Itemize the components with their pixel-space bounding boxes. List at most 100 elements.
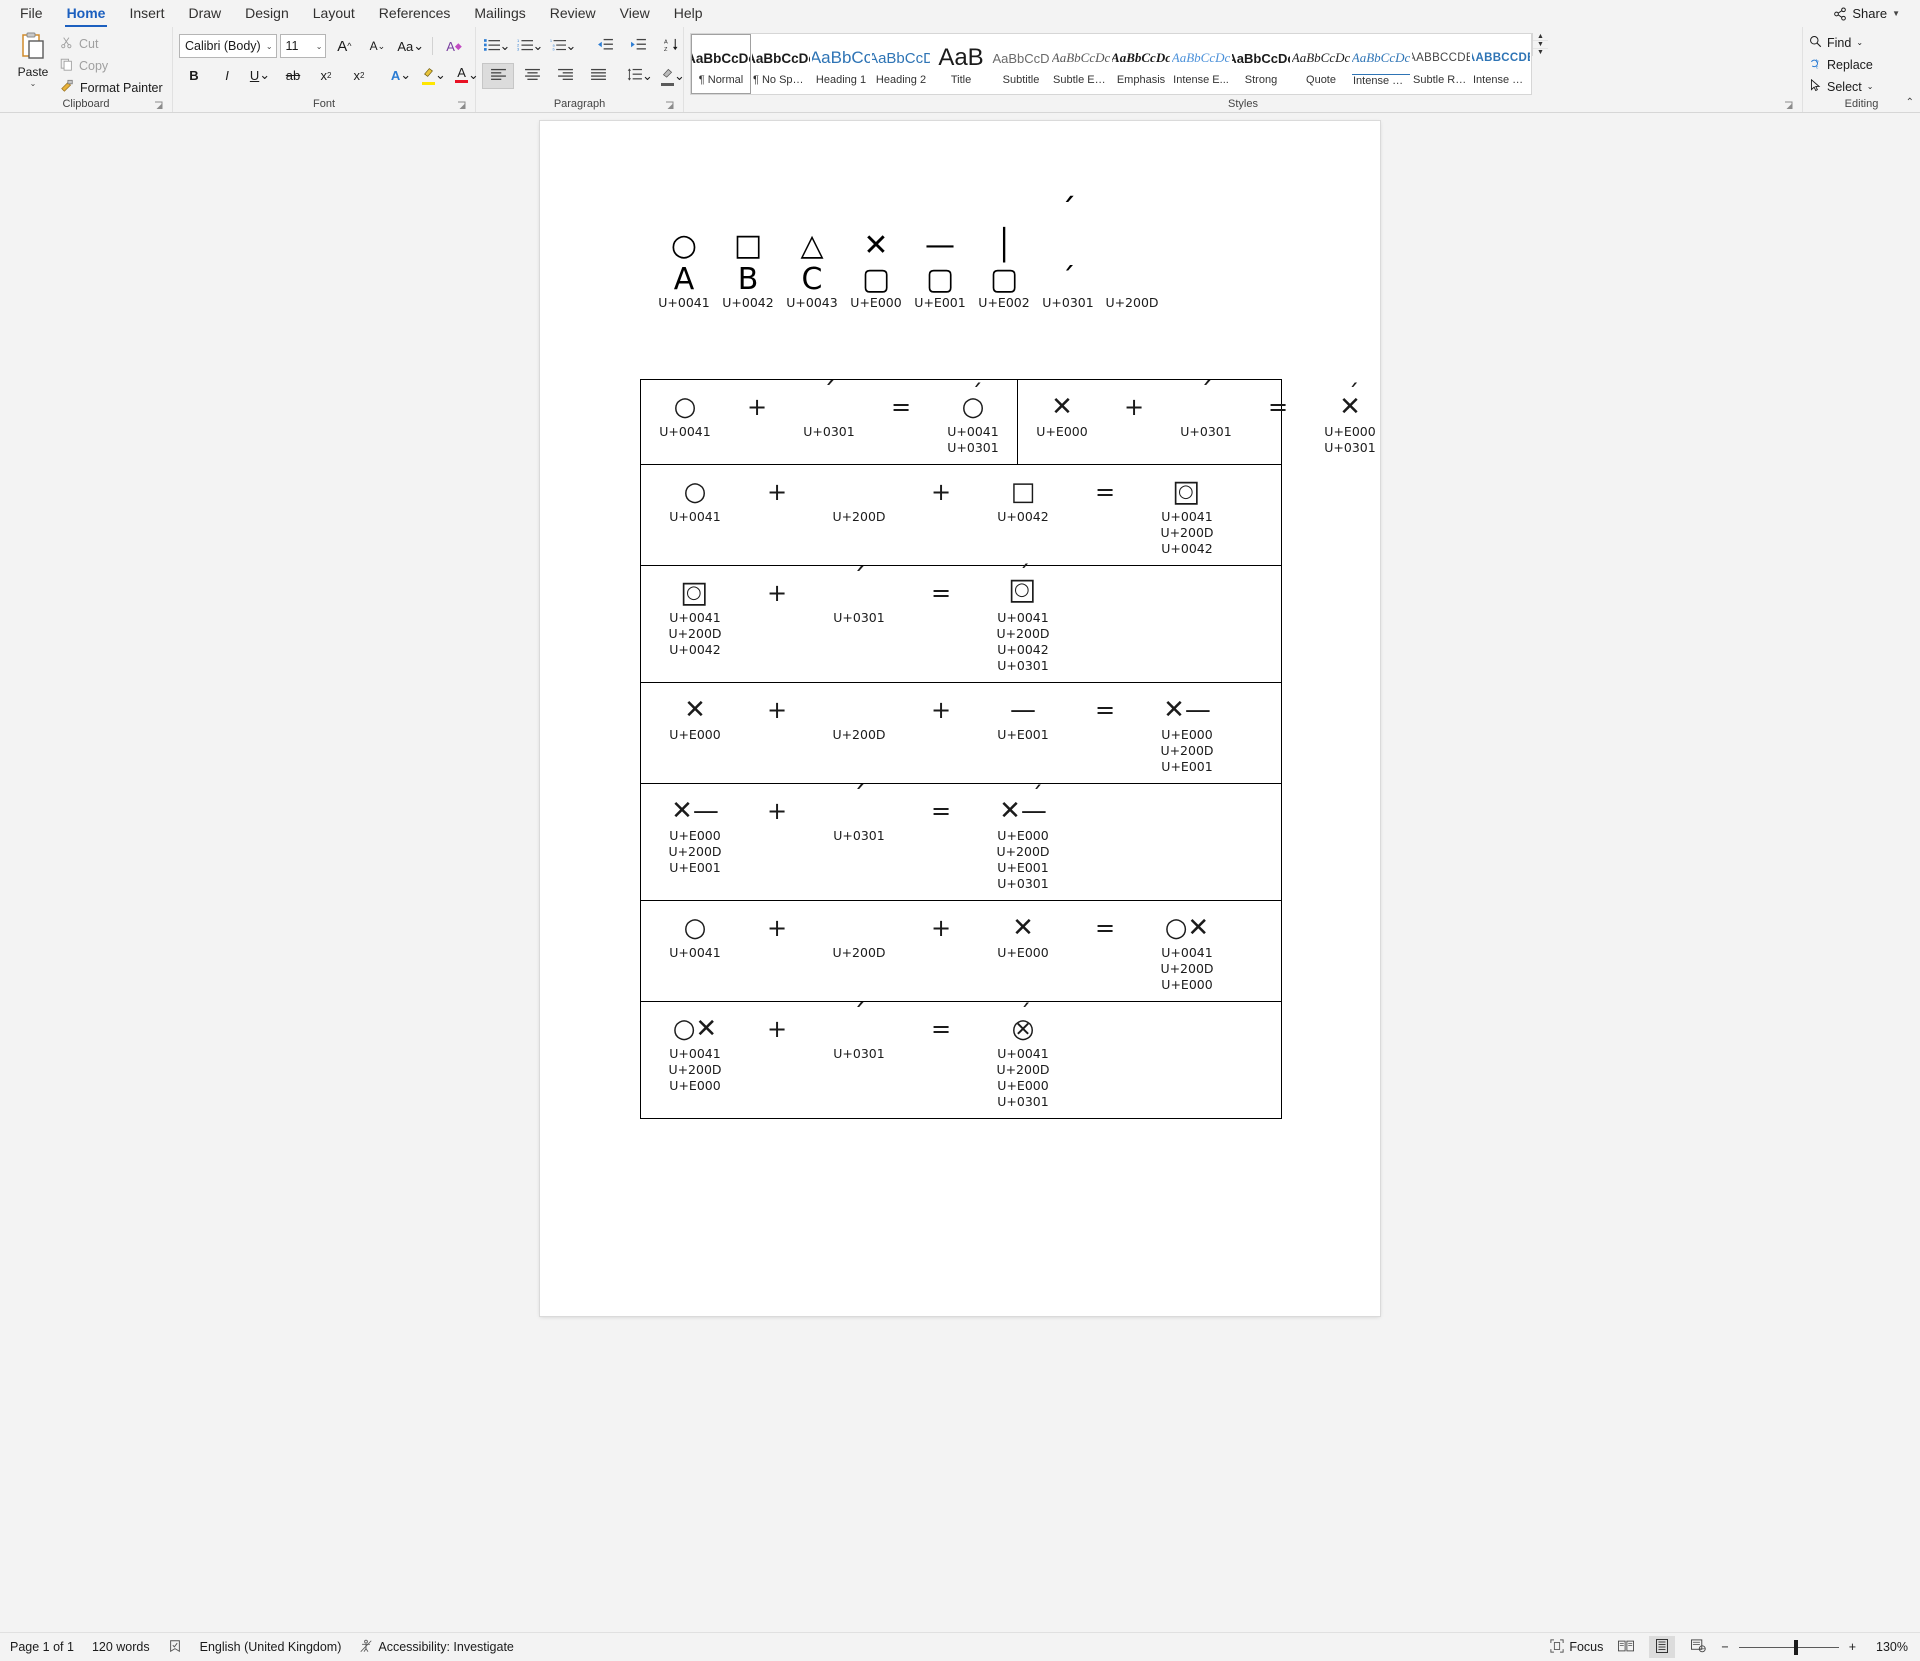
bullets-button[interactable]: ⌄ xyxy=(482,34,512,58)
equals-operator: = xyxy=(1077,911,1133,945)
style-item-intense-e[interactable]: AaBbCcDcIntense E... xyxy=(1171,34,1231,94)
read-mode-button[interactable] xyxy=(1613,1636,1639,1658)
select-button[interactable]: Select ⌄ xyxy=(1809,77,1873,96)
page-indicator[interactable]: Page 1 of 1 xyxy=(10,1640,74,1654)
word-count[interactable]: 120 words xyxy=(92,1640,150,1654)
style-item--normal[interactable]: AaBbCcDc¶ Normal xyxy=(691,34,751,94)
ribbon-collapse-icon[interactable]: ⌃ xyxy=(1906,97,1914,108)
ribbon-tab-design[interactable]: Design xyxy=(233,1,301,27)
accessibility-status[interactable]: Accessibility: Investigate xyxy=(359,1639,513,1656)
paste-button[interactable]: Paste ⌄ xyxy=(6,30,60,88)
replace-button[interactable]: b c Replace xyxy=(1809,55,1873,74)
chevron-down-icon[interactable]: ⌄ xyxy=(1867,82,1874,91)
superscript-button[interactable]: x2 xyxy=(344,63,374,87)
style-item-subtle-em[interactable]: AaBbCcDcSubtle Em... xyxy=(1051,34,1111,94)
plus-operator: + xyxy=(749,693,805,727)
zoom-slider[interactable] xyxy=(1739,1647,1839,1648)
cut-button[interactable]: Cut xyxy=(60,34,163,53)
ribbon-tab-layout[interactable]: Layout xyxy=(301,1,367,27)
document-page[interactable]: ○□△✕—│´ ABC▢▢▢´ U+0041U+0042U+0043U+E000… xyxy=(540,121,1380,1316)
ribbon-tab-file[interactable]: File xyxy=(8,1,55,27)
style-item-subtitle[interactable]: AaBbCcDSubtitle xyxy=(991,34,1051,94)
paragraph-dialog-launcher-icon[interactable] xyxy=(665,101,675,111)
document-area[interactable]: ○□△✕—│´ ABC▢▢▢´ U+0041U+0042U+0043U+E000… xyxy=(0,113,1920,1632)
equation-glyph: ○´ xyxy=(962,390,985,424)
style-scroll-up-icon[interactable]: ▲ xyxy=(1533,33,1548,41)
style-item--no-spac[interactable]: AaBbCcDc¶ No Spac... xyxy=(751,34,811,94)
multilevel-list-button[interactable]: 1 a b ⌄ xyxy=(548,34,578,58)
copy-button[interactable]: Copy xyxy=(60,56,163,75)
zoom-out-button[interactable]: − xyxy=(1721,1640,1728,1654)
ribbon-tab-mailings[interactable]: Mailings xyxy=(462,1,537,27)
styles-dialog-launcher-icon[interactable] xyxy=(1784,101,1794,111)
focus-button[interactable]: Focus xyxy=(1550,1639,1603,1656)
zoom-slider-thumb[interactable] xyxy=(1794,1640,1798,1655)
style-item-title[interactable]: AaBTitle xyxy=(931,34,991,94)
italic-button[interactable]: I xyxy=(212,63,242,87)
style-item-intense-q[interactable]: AaBbCcDcIntense Q... xyxy=(1351,34,1411,94)
clipboard-dialog-launcher-icon[interactable] xyxy=(154,101,164,111)
zoom-in-button[interactable]: + xyxy=(1849,1640,1856,1654)
align-left-button[interactable] xyxy=(482,63,514,89)
font-size-combo[interactable]: 11 ⌄ xyxy=(280,34,327,58)
style-gallery-scroll[interactable]: ▲ ▼ ▼ xyxy=(1532,33,1548,56)
style-item-heading-1[interactable]: AaBbCсHeading 1 xyxy=(811,34,871,94)
font-name-combo[interactable]: Calibri (Body) ⌄ xyxy=(179,34,277,58)
align-center-button[interactable] xyxy=(517,64,547,88)
subscript-button[interactable]: x2 xyxy=(311,63,341,87)
line-spacing-button[interactable]: ⌄ xyxy=(625,64,655,88)
ribbon-tab-view[interactable]: View xyxy=(608,1,662,27)
style-scroll-down-icon[interactable]: ▼ xyxy=(1533,41,1548,49)
table-cell[interactable]: ○U+0041+´U+0301=○´U+0041U+0301 xyxy=(641,380,1018,464)
underline-button[interactable]: U ⌄ xyxy=(245,63,275,87)
text-highlight-color-button[interactable]: ⌄ xyxy=(419,63,449,87)
format-painter-button[interactable]: Format Painter xyxy=(60,78,163,97)
style-item-emphasis[interactable]: AaBbCcDcEmphasis xyxy=(1111,34,1171,94)
style-item-quote[interactable]: AaBbCcDcQuote xyxy=(1291,34,1351,94)
proofing-status[interactable] xyxy=(168,1639,182,1656)
zoom-level[interactable]: 130% xyxy=(1866,1640,1908,1654)
table-cell[interactable]: ○✕U+0041U+200DU+E000+´U+0301=○✕´U+0041U+… xyxy=(641,1002,1153,1118)
style-item-subtle-ref[interactable]: AABBCCDESubtle Ref... xyxy=(1411,34,1471,94)
text-effects-button[interactable]: A ⌄ xyxy=(386,63,416,87)
table-cell[interactable]: ✕U+E000+´U+0301=✕´U+E000U+0301 xyxy=(1018,380,1394,464)
chevron-down-icon[interactable]: ⌄ xyxy=(30,80,37,88)
equation: ○U+0041+U+200D+□U+0042=□○U+0041U+200DU+0… xyxy=(641,475,1241,557)
table-cell[interactable]: □○U+0041U+200DU+0042+´U+0301=□○´U+0041U+… xyxy=(641,566,1153,682)
font-dialog-launcher-icon[interactable] xyxy=(457,101,467,111)
share-button[interactable]: Share ▼ xyxy=(1825,3,1908,24)
table-cell[interactable]: ✕U+E000+U+200D+—U+E001=✕—U+E000U+200DU+E… xyxy=(641,683,1241,783)
increase-indent-button[interactable] xyxy=(623,34,653,58)
ribbon-tab-insert[interactable]: Insert xyxy=(117,1,176,27)
decrease-indent-button[interactable] xyxy=(590,34,620,58)
style-item-intense-re[interactable]: AABBCCDEIntense Re... xyxy=(1471,34,1531,94)
style-gallery-more-icon[interactable]: ▼ xyxy=(1533,49,1548,56)
style-item-strong[interactable]: AaBbCcDcStrong xyxy=(1231,34,1291,94)
print-layout-button[interactable] xyxy=(1649,1636,1675,1658)
chevron-down-icon[interactable]: ⌄ xyxy=(1856,38,1863,47)
find-button[interactable]: Find ⌄ xyxy=(1809,33,1873,52)
style-gallery[interactable]: AaBbCcDc¶ NormalAaBbCcDc¶ No Spac...AaBb… xyxy=(690,33,1532,95)
ribbon-tab-review[interactable]: Review xyxy=(538,1,608,27)
align-right-button[interactable] xyxy=(550,64,580,88)
ribbon-tab-home[interactable]: Home xyxy=(55,1,118,27)
strikethrough-button[interactable]: ab xyxy=(278,63,308,87)
table-cell[interactable]: ✕—U+E000U+200DU+E001+´U+0301=✕—´U+E000U+… xyxy=(641,784,1153,900)
grow-font-button[interactable]: A^ xyxy=(329,34,359,58)
clear-formatting-button[interactable]: A ◆ xyxy=(439,34,469,58)
style-item-heading-2[interactable]: AaBbCcDHeading 2 xyxy=(871,34,931,94)
web-layout-button[interactable] xyxy=(1685,1636,1711,1658)
shrink-font-button[interactable]: A⌄ xyxy=(362,34,392,58)
bold-button[interactable]: B xyxy=(179,63,209,87)
ribbon-tab-help[interactable]: Help xyxy=(662,1,715,27)
justify-button[interactable] xyxy=(583,64,613,88)
language-indicator[interactable]: English (United Kingdom) xyxy=(200,1640,342,1654)
sort-button[interactable]: A Z xyxy=(656,34,686,58)
ribbon-tab-references[interactable]: References xyxy=(367,1,463,27)
ribbon-tab-draw[interactable]: Draw xyxy=(176,1,233,27)
style-name: ¶ Normal xyxy=(699,74,743,86)
numbering-button[interactable]: 1 2 3 ⌄ xyxy=(515,34,545,58)
table-cell[interactable]: ○U+0041+U+200D+□U+0042=□○U+0041U+200DU+0… xyxy=(641,465,1241,565)
change-case-button[interactable]: Aa ⌄ xyxy=(395,34,426,58)
table-cell[interactable]: ○U+0041+U+200D+✕U+E000=○✕U+0041U+200DU+E… xyxy=(641,901,1241,1001)
